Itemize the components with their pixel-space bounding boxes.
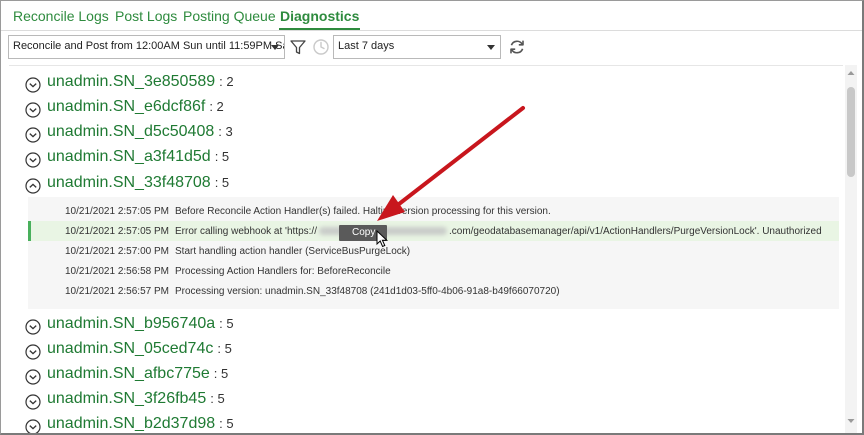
- mouse-cursor-icon: [376, 230, 389, 248]
- chevron-down-icon[interactable]: [25, 152, 41, 168]
- version-count: : 5: [219, 416, 234, 431]
- schedule-select[interactable]: Reconcile and Post from 12:00AM Sun unti…: [8, 35, 285, 59]
- log-timestamp: 10/21/2021 2:57:00 PM: [65, 246, 169, 257]
- version-count: : 2: [209, 99, 224, 114]
- version-name: unadmin.SN_b2d37d98: 5: [47, 415, 234, 432]
- version-name: unadmin.SN_3f26fb45: 5: [47, 390, 225, 407]
- tab-posting-queue[interactable]: Posting Queue: [183, 8, 276, 24]
- log-timestamp: 10/21/2021 2:56:57 PM: [65, 286, 169, 297]
- log-message: Start handling action handler (ServiceBu…: [175, 246, 411, 257]
- log-timestamp: 10/21/2021 2:57:05 PM: [65, 206, 169, 217]
- version-name: unadmin.SN_33f48708: 5: [47, 174, 230, 191]
- log-message: Processing Action Handlers for: BeforeRe…: [175, 266, 391, 277]
- version-name: unadmin.SN_afbc775e: 5: [47, 365, 229, 382]
- tab-reconcile-logs[interactable]: Reconcile Logs: [13, 8, 109, 24]
- version-name: unadmin.SN_05ced74c: 5: [47, 340, 232, 357]
- chevron-down-icon[interactable]: [25, 419, 41, 435]
- scroll-up-icon[interactable]: [845, 67, 857, 79]
- chevron-down-icon[interactable]: [25, 394, 41, 410]
- log-panel: 10/21/2021 2:57:05 PM Before Reconcile A…: [28, 197, 839, 309]
- version-count: : 2: [219, 74, 234, 89]
- chevron-down-icon: [271, 45, 279, 50]
- version-count: : 5: [214, 149, 230, 164]
- refresh-icon[interactable]: [508, 38, 526, 56]
- scroll-down-icon[interactable]: [845, 415, 857, 427]
- log-message: Before Reconcile Action Handler(s) faile…: [175, 206, 551, 217]
- version-count: : 3: [218, 124, 233, 139]
- tab-post-logs[interactable]: Post Logs: [115, 8, 177, 24]
- chevron-down-icon[interactable]: [25, 77, 41, 93]
- chevron-down-icon[interactable]: [25, 127, 41, 143]
- scrollbar-thumb[interactable]: [847, 87, 855, 177]
- log-message: Processing version: unadmin.SN_33f48708 …: [175, 286, 560, 297]
- log-line[interactable]: 10/21/2021 2:57:05 PM Before Reconcile A…: [28, 201, 839, 221]
- log-line[interactable]: 10/21/2021 2:56:58 PM Processing Action …: [28, 261, 839, 281]
- version-count: : 5: [217, 341, 232, 356]
- tab-diagnostics[interactable]: Diagnostics: [278, 8, 361, 30]
- version-name: unadmin.SN_b956740a: 5: [47, 315, 234, 332]
- version-name: unadmin.SN_d5c50408: 3: [47, 123, 233, 140]
- version-count: : 5: [219, 316, 234, 331]
- chevron-down-icon: [487, 45, 495, 50]
- log-message: Error calling webhook at 'https://.com/g…: [175, 226, 822, 237]
- schedule-select-value: Reconcile and Post from 12:00AM Sun unti…: [13, 40, 285, 52]
- version-count: : 5: [210, 391, 225, 406]
- diagnostics-window: Reconcile Logs Post Logs Posting Queue D…: [0, 0, 864, 435]
- chevron-down-icon[interactable]: [25, 102, 41, 118]
- chevron-up-icon[interactable]: [25, 178, 41, 194]
- log-timestamp: 10/21/2021 2:57:05 PM: [65, 226, 169, 237]
- version-count: : 5: [213, 366, 229, 381]
- log-line[interactable]: 10/21/2021 2:57:00 PM Start handling act…: [28, 241, 839, 261]
- chevron-down-icon[interactable]: [25, 369, 41, 385]
- version-name: unadmin.SN_a3f41d5d: 5: [47, 148, 230, 165]
- chevron-down-icon[interactable]: [25, 344, 41, 360]
- version-name: unadmin.SN_3e850589: 2: [47, 73, 234, 90]
- chevron-down-icon[interactable]: [25, 319, 41, 335]
- log-line-selected[interactable]: 10/21/2021 2:57:05 PM Error calling webh…: [28, 221, 839, 241]
- date-range-select[interactable]: Last 7 days: [333, 35, 501, 59]
- date-range-value: Last 7 days: [338, 40, 395, 52]
- log-line[interactable]: 10/21/2021 2:56:57 PM Processing version…: [28, 281, 839, 301]
- log-timestamp: 10/21/2021 2:56:58 PM: [65, 266, 169, 277]
- clock-icon[interactable]: [312, 38, 330, 56]
- tab-bar: Reconcile Logs Post Logs Posting Queue D…: [1, 1, 862, 31]
- version-name: unadmin.SN_e6dcf86f: 2: [47, 98, 224, 115]
- filter-icon[interactable]: [289, 38, 307, 56]
- version-count: : 5: [214, 175, 230, 190]
